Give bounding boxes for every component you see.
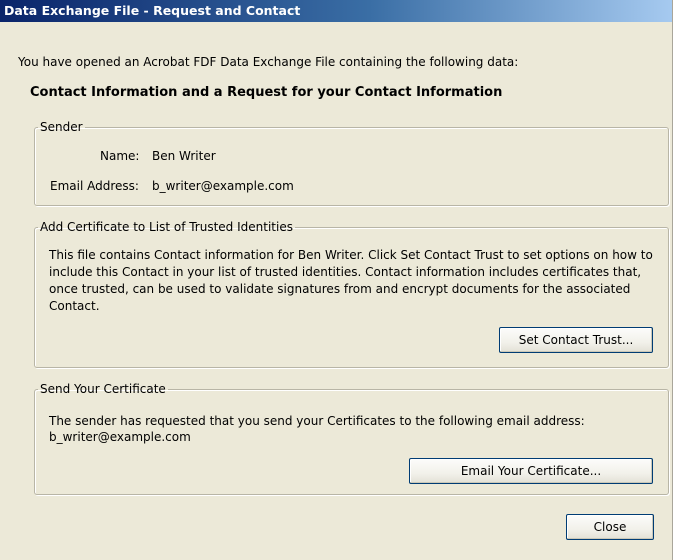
name-label: Name: (100, 149, 140, 163)
sender-group-legend: Sender (40, 120, 83, 134)
close-button[interactable]: Close (566, 514, 654, 540)
intro-text: You have opened an Acrobat FDF Data Exch… (18, 55, 519, 69)
send-certificate-email: b_writer@example.com (49, 430, 191, 444)
name-value: Ben Writer (152, 149, 216, 163)
window-title-bar: Data Exchange File - Request and Contact (0, 0, 672, 22)
window-title: Data Exchange File - Request and Contact (4, 3, 301, 18)
send-certificate-group-legend: Send Your Certificate (40, 382, 166, 396)
set-contact-trust-button[interactable]: Set Contact Trust... (499, 327, 653, 353)
data-exchange-dialog: Data Exchange File - Request and Contact… (0, 0, 673, 560)
email-address-label: Email Address: (50, 179, 139, 193)
send-certificate-description: The sender has requested that you send y… (49, 414, 585, 428)
trusted-identities-group-legend: Add Certificate to List of Trusted Ident… (40, 220, 293, 234)
email-your-certificate-button[interactable]: Email Your Certificate... (409, 458, 653, 484)
trust-description: This file contains Contact information f… (49, 248, 653, 313)
content-heading: Contact Information and a Request for yo… (30, 85, 503, 100)
email-address-value: b_writer@example.com (152, 179, 294, 193)
sender-group: Sender (34, 120, 669, 206)
